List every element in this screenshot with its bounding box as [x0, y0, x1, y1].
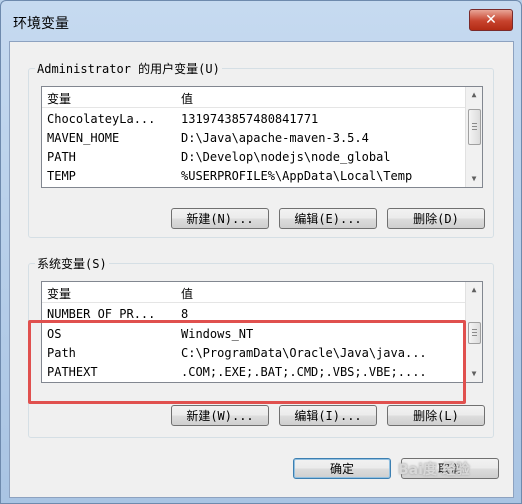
system-variables-label: 系统变量(S): [35, 255, 109, 272]
vertical-scrollbar[interactable]: ▲ ▼: [465, 87, 482, 187]
column-header-name[interactable]: 变量: [47, 285, 71, 302]
system-edit-button[interactable]: 编辑(I)...: [279, 405, 377, 426]
close-button[interactable]: ✕: [469, 9, 513, 31]
table-row[interactable]: PATH D:\Develop\nodejs\node_global: [42, 148, 466, 167]
variable-value: 8: [181, 307, 189, 321]
window-title: 环境变量: [13, 16, 69, 32]
variable-name: NUMBER_OF_PR...: [47, 307, 156, 321]
variable-value: D:\Develop\nodejs\node_global: [181, 150, 391, 164]
user-delete-button[interactable]: 删除(D): [387, 208, 485, 229]
variable-value: 1319743857480841771: [181, 112, 319, 126]
user-edit-button[interactable]: 编辑(E)...: [279, 208, 377, 229]
table-row[interactable]: MAVEN_HOME D:\Java\apache-maven-3.5.4: [42, 129, 466, 148]
system-delete-button[interactable]: 删除(L): [387, 405, 485, 426]
scroll-thumb[interactable]: [468, 109, 481, 145]
column-header-value[interactable]: 值: [181, 90, 193, 107]
user-variables-list[interactable]: 变量 值 ChocolateyLa... 1319743857480841771…: [41, 86, 483, 188]
variable-value: %USERPROFILE%\AppData\Local\Temp: [181, 169, 413, 183]
variable-name: TEMP: [47, 169, 76, 183]
watermark: Bai度 经验: [398, 462, 470, 478]
scroll-thumb[interactable]: [468, 322, 481, 344]
list-header: 变量 值: [42, 282, 466, 303]
user-variables-label: Administrator 的用户变量(U): [35, 60, 222, 77]
variable-name: ChocolateyLa...: [47, 112, 156, 126]
user-variables-group: Administrator 的用户变量(U) 变量 值 ChocolateyLa…: [28, 60, 494, 238]
table-row[interactable]: ChocolateyLa... 1319743857480841771: [42, 110, 466, 129]
column-header-value[interactable]: 值: [181, 285, 193, 302]
title-bar[interactable]: 环境变量 ✕: [1, 1, 521, 41]
variable-name: PATH: [47, 150, 76, 164]
system-new-button[interactable]: 新建(W)...: [171, 405, 269, 426]
scroll-up-arrow-icon[interactable]: ▲: [466, 282, 482, 298]
scroll-down-arrow-icon[interactable]: ▼: [466, 366, 482, 382]
scroll-up-arrow-icon[interactable]: ▲: [466, 87, 482, 103]
annotation-highlight-box: [28, 320, 466, 404]
table-row[interactable]: TEMP %USERPROFILE%\AppData\Local\Temp: [42, 167, 466, 186]
scroll-down-arrow-icon[interactable]: ▼: [466, 171, 482, 187]
variable-name: MAVEN_HOME: [47, 131, 120, 145]
list-header: 变量 值: [42, 87, 466, 108]
column-header-name[interactable]: 变量: [47, 90, 71, 107]
vertical-scrollbar[interactable]: ▲ ▼: [465, 282, 482, 382]
environment-variables-dialog: 环境变量 ✕ Administrator 的用户变量(U) 变量 值 Choco…: [0, 0, 522, 504]
dialog-client-area: Administrator 的用户变量(U) 变量 值 ChocolateyLa…: [9, 41, 514, 498]
user-new-button[interactable]: 新建(N)...: [171, 208, 269, 229]
variable-value: D:\Java\apache-maven-3.5.4: [181, 131, 369, 145]
ok-button[interactable]: 确定: [293, 458, 391, 479]
